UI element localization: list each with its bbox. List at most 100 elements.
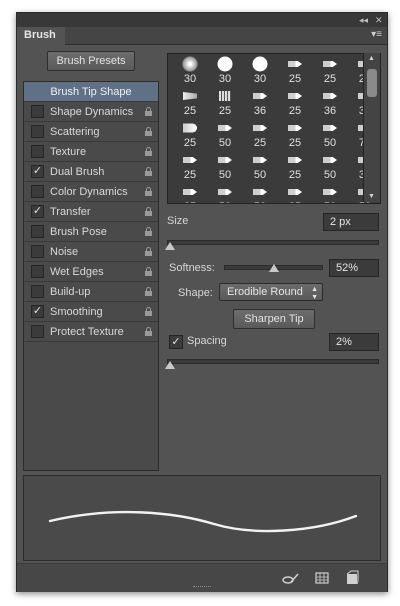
scroll-up-icon[interactable]: ▲ xyxy=(368,55,375,62)
option-texture[interactable]: Texture xyxy=(24,142,158,162)
updown-arrows-icon: ▲ ▼ xyxy=(311,286,318,301)
collapse-icon[interactable]: ◂◂ xyxy=(359,13,368,27)
option-checkbox[interactable] xyxy=(31,145,44,158)
brush-preset-cell[interactable]: 25 xyxy=(174,119,206,151)
scroll-down-icon[interactable]: ▼ xyxy=(368,193,375,200)
option-checkbox[interactable] xyxy=(31,285,44,298)
lock-icon[interactable] xyxy=(144,127,153,136)
bristle-tip-brush-icon xyxy=(323,125,337,131)
brush-preset-cell[interactable]: 50 xyxy=(244,183,276,203)
new-preset-icon[interactable] xyxy=(341,568,363,588)
option-checkbox[interactable] xyxy=(31,185,44,198)
lock-icon[interactable] xyxy=(144,247,153,256)
brush-preset-cell[interactable]: 25 xyxy=(174,87,206,119)
option-build-up[interactable]: Build-up xyxy=(24,282,158,302)
option-checkbox[interactable] xyxy=(31,325,44,338)
brush-preset-cell[interactable]: 25 xyxy=(314,55,346,87)
sharpen-tip-button[interactable]: Sharpen Tip xyxy=(233,309,315,329)
brush-preset-cell[interactable]: 50 xyxy=(209,183,241,203)
option-checkbox[interactable]: ✓ xyxy=(31,165,44,178)
option-checkbox[interactable] xyxy=(31,225,44,238)
brush-preset-cell[interactable]: 50 xyxy=(314,183,346,203)
option-label: Protect Texture xyxy=(50,326,124,338)
option-wet-edges[interactable]: Wet Edges xyxy=(24,262,158,282)
lock-icon[interactable] xyxy=(144,207,153,216)
brush-preset-cell[interactable]: 50 xyxy=(209,119,241,151)
lock-icon[interactable] xyxy=(144,307,153,316)
brush-preset-cell[interactable]: 25 xyxy=(209,87,241,119)
option-checkbox[interactable]: ✓ xyxy=(31,205,44,218)
option-shape-dynamics[interactable]: Shape Dynamics xyxy=(24,102,158,122)
brush-preset-cell[interactable]: 25 xyxy=(279,183,311,203)
option-protect-texture[interactable]: Protect Texture xyxy=(24,322,158,342)
size-slider-thumb[interactable] xyxy=(165,242,175,250)
brush-preset-cell[interactable]: 25 xyxy=(174,183,206,203)
brush-preset-cell[interactable]: 36 xyxy=(244,87,276,119)
lock-icon[interactable] xyxy=(144,147,153,156)
lock-icon[interactable] xyxy=(144,107,153,116)
option-label: Shape Dynamics xyxy=(50,106,134,118)
softness-field[interactable]: 52% xyxy=(329,259,379,277)
size-slider[interactable] xyxy=(167,240,379,245)
brush-preset-cell[interactable]: 30 xyxy=(209,55,241,87)
brush-preset-cell[interactable]: 25 xyxy=(279,87,311,119)
option-dual-brush[interactable]: ✓ Dual Brush xyxy=(24,162,158,182)
brush-preset-cell[interactable]: 25 xyxy=(279,55,311,87)
spacing-slider-thumb[interactable] xyxy=(165,361,175,369)
brush-preset-cell[interactable]: 50 xyxy=(314,151,346,183)
resize-grip[interactable] xyxy=(193,586,211,590)
option-scattering[interactable]: Scattering xyxy=(24,122,158,142)
option-noise[interactable]: Noise xyxy=(24,242,158,262)
option-label: Wet Edges xyxy=(50,266,104,278)
option-brush-pose[interactable]: Brush Pose xyxy=(24,222,158,242)
sponge-brush-icon xyxy=(219,91,231,101)
option-brush-tip-shape[interactable]: Brush Tip Shape xyxy=(24,82,158,102)
brush-size-number: 25 xyxy=(183,105,197,117)
spacing-field[interactable]: 2% xyxy=(329,333,379,351)
brush-preset-cell[interactable]: 50 xyxy=(209,151,241,183)
option-smoothing[interactable]: ✓ Smoothing xyxy=(24,302,158,322)
lock-icon[interactable] xyxy=(144,327,153,336)
option-checkbox[interactable]: ✓ xyxy=(31,305,44,318)
tab-brush[interactable]: Brush xyxy=(17,27,65,45)
panel-titlebar: ◂◂ ✕ xyxy=(17,13,387,27)
option-transfer[interactable]: ✓ Transfer xyxy=(24,202,158,222)
brush-preset-cell[interactable]: 25 xyxy=(244,119,276,151)
lock-icon[interactable] xyxy=(144,287,153,296)
brush-preset-cell[interactable]: 36 xyxy=(314,87,346,119)
brush-options-list: Brush Tip Shape Shape Dynamics Scattering T… xyxy=(23,81,159,471)
toggle-live-tip-icon[interactable] xyxy=(279,568,301,588)
size-field[interactable]: 2 px xyxy=(323,213,379,231)
brush-preset-cell[interactable]: 50 xyxy=(244,151,276,183)
bristle-tip-brush-icon xyxy=(323,93,337,99)
option-checkbox[interactable] xyxy=(31,245,44,258)
brush-preset-cell[interactable]: 25 xyxy=(174,151,206,183)
grid-view-icon[interactable] xyxy=(311,568,333,588)
lock-icon[interactable] xyxy=(144,227,153,236)
brush-preset-cell[interactable]: 25 xyxy=(279,151,311,183)
spacing-checkbox[interactable]: ✓ xyxy=(169,335,183,349)
option-checkbox[interactable] xyxy=(31,105,44,118)
brush-preset-cell[interactable]: 30 xyxy=(244,55,276,87)
panel-menu-icon[interactable]: ▾≡ xyxy=(371,29,382,41)
brush-preset-cell[interactable]: 25 xyxy=(279,119,311,151)
lock-icon[interactable] xyxy=(144,187,153,196)
shape-select[interactable]: Erodible Round ▲ ▼ xyxy=(219,283,323,301)
close-icon[interactable]: ✕ xyxy=(375,13,383,27)
bristle-tip-brush-icon xyxy=(323,189,337,195)
brush-preset-cell[interactable]: 30 xyxy=(174,55,206,87)
brush-size-number: 30 xyxy=(253,73,267,85)
scroll-thumb[interactable] xyxy=(367,69,377,97)
grid-scrollbar[interactable]: ▲ ▼ xyxy=(363,53,380,202)
option-color-dynamics[interactable]: Color Dynamics xyxy=(24,182,158,202)
brush-preset-cell[interactable]: 50 xyxy=(314,119,346,151)
lock-icon[interactable] xyxy=(144,167,153,176)
option-checkbox[interactable] xyxy=(31,265,44,278)
brush-size-number: 50 xyxy=(209,201,241,203)
spacing-slider[interactable] xyxy=(167,359,379,364)
shape-select-value: Erodible Round xyxy=(227,286,303,298)
brush-presets-button[interactable]: Brush Presets xyxy=(47,51,135,71)
option-checkbox[interactable] xyxy=(31,125,44,138)
softness-slider-thumb[interactable] xyxy=(269,264,280,272)
lock-icon[interactable] xyxy=(144,267,153,276)
